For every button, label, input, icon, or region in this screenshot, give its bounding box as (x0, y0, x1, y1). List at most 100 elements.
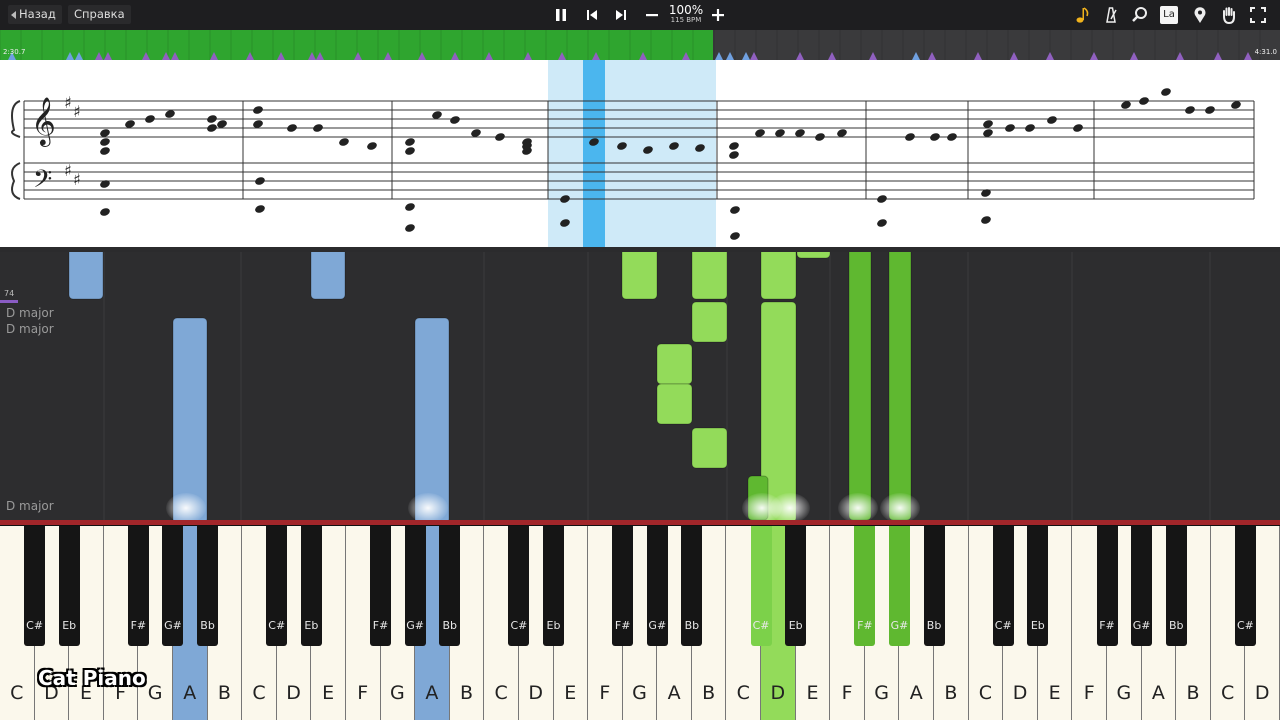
black-key[interactable]: Eb (58, 526, 80, 646)
pause-button[interactable] (550, 4, 572, 26)
note-labels-button[interactable]: La (1158, 4, 1180, 26)
timeline-marker (418, 52, 426, 60)
metronome-button[interactable] (1100, 4, 1122, 26)
timeline-marker (246, 52, 254, 60)
black-key[interactable]: F# (127, 526, 149, 646)
timeline-marker (912, 52, 920, 60)
black-key-label: F# (372, 619, 389, 632)
black-key[interactable]: G# (646, 526, 668, 646)
black-key[interactable]: Eb (1027, 526, 1049, 646)
black-key[interactable]: F# (1096, 526, 1118, 646)
black-key[interactable]: G# (1131, 526, 1153, 646)
piano-roll[interactable]: D major D major D major 74 (0, 252, 1280, 520)
black-key[interactable]: Eb (543, 526, 564, 646)
white-key-label: B (944, 682, 958, 704)
falling-note (621, 252, 658, 300)
back-button[interactable]: Назад (8, 5, 62, 24)
black-key-label: C# (26, 619, 44, 632)
fullscreen-button[interactable] (1247, 4, 1269, 26)
black-key-label: F# (130, 619, 147, 632)
timeline-marker (384, 52, 392, 60)
note-hit-glow (166, 493, 206, 520)
white-key-label: F (841, 682, 853, 704)
black-key[interactable]: F# (612, 526, 634, 646)
black-key[interactable]: G# (162, 526, 184, 646)
timeline-marker (928, 52, 936, 60)
label-icon: La (1160, 6, 1178, 24)
black-key[interactable]: C# (266, 526, 288, 646)
notehead (930, 133, 940, 141)
notehead (981, 189, 991, 197)
notehead (947, 133, 957, 141)
white-key-label: B (702, 682, 716, 704)
black-key[interactable]: Eb (300, 526, 322, 646)
timeline-marker (75, 52, 83, 60)
black-key-label: G# (164, 619, 182, 632)
timeline-marker (142, 52, 150, 60)
magnifier-icon (1132, 7, 1147, 22)
previous-button[interactable] (581, 4, 603, 26)
black-key[interactable]: F# (370, 526, 392, 646)
black-key[interactable]: Bb (439, 526, 461, 646)
hand-mode-button[interactable] (1218, 4, 1240, 26)
black-key[interactable]: G# (888, 526, 910, 646)
black-key[interactable]: C# (992, 526, 1014, 646)
black-key-label: C# (994, 619, 1012, 632)
timeline-marker (95, 52, 103, 60)
white-key-label: E (322, 682, 335, 704)
marker-button[interactable] (1189, 4, 1211, 26)
black-key[interactable]: C# (24, 526, 46, 646)
black-key-label: Eb (62, 619, 77, 632)
notehead (100, 147, 110, 155)
svg-text:𝄢: 𝄢 (33, 165, 52, 200)
falling-note (656, 383, 693, 425)
black-key-label: G# (890, 619, 909, 632)
piano-keyboard[interactable]: C D E F G A B C D E F G A B C D E F G A B C D E F G A B C D E F G A B C D C# E… (0, 520, 1280, 720)
black-key[interactable]: Eb (785, 526, 807, 646)
white-key-label: C (252, 682, 266, 704)
black-key[interactable]: C# (1234, 526, 1256, 646)
notehead (560, 195, 570, 203)
tempo-increase-button[interactable] (707, 4, 729, 26)
black-key[interactable]: F# (854, 526, 876, 646)
zoom-button[interactable] (1129, 4, 1151, 26)
help-button[interactable]: Справка (68, 5, 131, 24)
black-key[interactable]: C# (508, 526, 530, 646)
notehead (313, 124, 323, 132)
black-key[interactable]: Bb (1165, 526, 1187, 646)
notehead (405, 203, 415, 211)
black-key[interactable]: G# (404, 526, 426, 646)
next-button[interactable] (610, 4, 632, 26)
notehead (405, 138, 415, 146)
notehead (877, 195, 887, 203)
tempo-decrease-button[interactable] (641, 4, 663, 26)
sheet-music[interactable]: 𝄞 𝄢 ♯ ♯ ♯ ♯ (0, 60, 1280, 247)
note-mode-button[interactable] (1071, 4, 1093, 26)
black-key-label: G# (406, 619, 424, 632)
timeline-marker (726, 52, 734, 60)
black-key-label: G# (1132, 619, 1151, 632)
timeline-scrubber[interactable]: 2:30.7 4:31.0 (0, 30, 1280, 60)
skip-forward-icon (616, 10, 626, 20)
black-key[interactable]: Bb (197, 526, 219, 646)
white-key-label: D (286, 682, 301, 704)
black-key[interactable]: Bb (681, 526, 703, 646)
key-signature-label: D major (6, 322, 54, 336)
timeline-marker (210, 52, 218, 60)
current-time: 2:30.7 (3, 48, 26, 56)
white-key-label: B (217, 682, 231, 704)
location-pin-icon (1194, 7, 1206, 23)
notehead (729, 151, 739, 159)
svg-text:♯: ♯ (64, 161, 72, 180)
falling-note (310, 252, 346, 300)
notehead (405, 147, 415, 155)
notehead (905, 133, 915, 141)
notehead (100, 138, 110, 146)
black-key[interactable]: C# (750, 526, 772, 646)
black-key[interactable]: Bb (923, 526, 945, 646)
black-key-label: Bb (200, 619, 215, 632)
notehead (1025, 124, 1035, 132)
falling-note (760, 252, 797, 300)
timeline-marker (1090, 52, 1098, 60)
white-key-label: D (1254, 682, 1270, 704)
